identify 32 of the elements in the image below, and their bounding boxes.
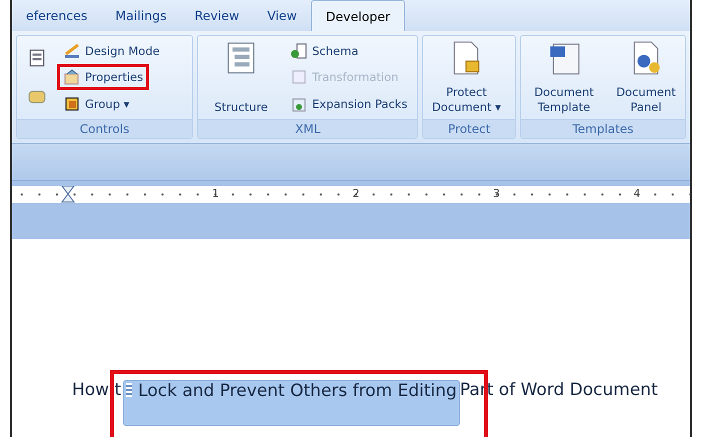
ribbon-button[interactable]: Group ▾ — [57, 90, 136, 117]
ribbon-tab[interactable]: Developer — [310, 0, 406, 31]
ruler-number: 3 — [493, 187, 500, 200]
ribbon-button[interactable]: Document Template — [525, 38, 603, 117]
transform-icon — [290, 68, 308, 86]
group-label: XML — [198, 119, 418, 138]
ribbon-button[interactable]: Design Mode — [57, 38, 166, 64]
grip-icon — [126, 383, 132, 397]
ribbon-button[interactable]: Expansion Packs — [284, 90, 414, 117]
ribbon-button[interactable]: Protect Document ▾ — [427, 38, 506, 117]
ribbon-button[interactable]: Schema — [284, 38, 364, 64]
ribbon-button[interactable]: Structure — [202, 38, 280, 117]
ruler-number: 2 — [352, 187, 360, 200]
ruler-number: 1 — [212, 187, 219, 200]
ribbon-button[interactable]: Document Panel — [607, 38, 685, 117]
document-text: How t — [72, 380, 122, 400]
group-icon — [63, 94, 81, 113]
group-label: Templates — [521, 119, 685, 138]
ribbon-tab[interactable]: View — [253, 0, 311, 31]
ribbon-button[interactable]: Properties — [57, 64, 150, 90]
form-icon — [27, 48, 47, 68]
content-control[interactable]: Lock and Prevent Others from Editing — [123, 380, 460, 426]
group-label: Controls — [17, 119, 192, 138]
indent-marker-icon[interactable] — [61, 186, 75, 203]
ribbon-tab[interactable]: Review — [180, 0, 254, 31]
ruler-number: 4 — [634, 187, 640, 200]
properties-icon — [63, 68, 81, 86]
schema-icon — [290, 42, 308, 60]
design-icon — [63, 42, 81, 60]
group-label: Protect — [423, 119, 515, 138]
ribbon-tab[interactable]: Mailings — [101, 0, 181, 31]
ribbon-tab[interactable]: eferences — [12, 0, 102, 31]
